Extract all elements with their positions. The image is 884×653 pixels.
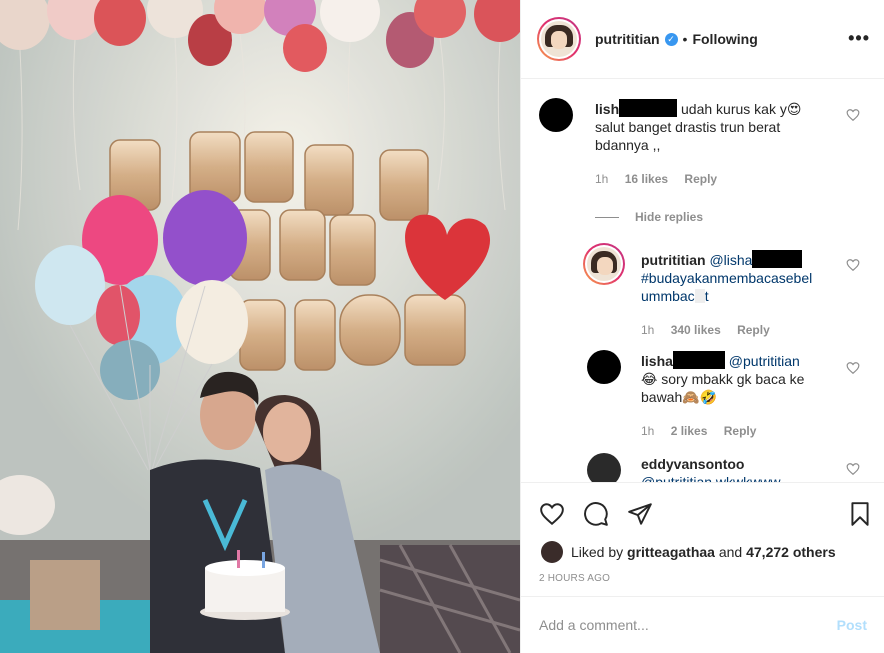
save-bookmark-icon[interactable] xyxy=(847,501,873,527)
reply-text: @putrititian wkwkwww xyxy=(641,474,781,482)
like-heart-icon[interactable] xyxy=(539,501,565,527)
hashtag-link-end[interactable]: t xyxy=(705,288,709,304)
replier-avatar[interactable] xyxy=(587,453,621,482)
comment-body: lish udah kurus kak y😍 salut banget dras… xyxy=(595,99,835,154)
reply-body: eddyvansontoo @putrititian wkwkwww xyxy=(641,455,841,482)
separator-dot: • xyxy=(682,31,688,47)
like-reply-heart-icon[interactable] xyxy=(846,361,860,375)
like-comment-heart-icon[interactable] xyxy=(846,108,860,122)
redaction-box xyxy=(672,351,725,369)
redaction-box xyxy=(619,99,678,117)
following-button[interactable]: Following xyxy=(692,31,757,47)
post-comment-button[interactable]: Post xyxy=(837,617,867,633)
verified-badge-icon: ✓ xyxy=(664,32,678,46)
comment-text: bdannya ,, xyxy=(595,137,661,153)
liker-avatar[interactable] xyxy=(541,541,563,563)
likes-summary: Liked by gritteagathaa and 47,272 others xyxy=(541,541,836,563)
reply-username[interactable]: lisha xyxy=(641,353,673,369)
reply-meta: 1h 2 likes Reply xyxy=(641,424,769,438)
comment-text: udah kurus kak y😍 xyxy=(681,101,802,117)
redaction-box xyxy=(752,250,803,268)
reply-time[interactable]: 1h xyxy=(641,424,654,438)
birthday-scene xyxy=(0,0,520,653)
reply-text: 😂 sory mbakk gk baca ke xyxy=(641,371,805,387)
post-timestamp[interactable]: 2 HOURS AGO xyxy=(539,573,610,584)
comment-item: lish udah kurus kak y😍 salut banget dras… xyxy=(521,80,884,210)
reply-body: putrititian @lisha #budayakanmembacasebe… xyxy=(641,250,841,305)
divider-line xyxy=(595,217,619,219)
username-link[interactable]: putrititian xyxy=(595,31,660,47)
reply-button[interactable]: Reply xyxy=(684,172,717,186)
comment-likes[interactable]: 16 likes xyxy=(625,172,668,186)
hashtag-link[interactable]: #budayakanmembacasebel xyxy=(641,270,812,286)
reply-likes[interactable]: 2 likes xyxy=(671,424,708,438)
replier-avatar[interactable] xyxy=(587,350,621,384)
add-comment-bar: Add a comment... Post xyxy=(521,596,884,653)
comment-input[interactable]: Add a comment... xyxy=(539,617,837,633)
hashtag-link-cont[interactable]: ummbac xyxy=(641,288,695,304)
post-sidebar: putrititian ✓ • Following ••• lish udah … xyxy=(520,0,884,653)
liked-by-prefix: Liked by xyxy=(571,544,624,560)
avatar[interactable] xyxy=(537,17,581,61)
comment-bubble-icon[interactable] xyxy=(583,501,609,527)
redaction-box xyxy=(694,289,705,303)
comment-meta: 1h 16 likes Reply xyxy=(595,172,730,186)
more-options-icon[interactable]: ••• xyxy=(848,28,870,49)
comments-list[interactable]: lish udah kurus kak y😍 salut banget dras… xyxy=(521,80,884,482)
comment-text: salut banget drastis trun berat xyxy=(595,119,781,135)
replier-avatar[interactable] xyxy=(583,243,625,285)
mention-link[interactable]: @putrititian xyxy=(729,353,800,369)
likes-count-link[interactable]: 47,272 others xyxy=(746,544,836,560)
reply-item: lisha @putrititian 😂 sory mbakk gk baca … xyxy=(521,345,884,445)
reply-button[interactable]: Reply xyxy=(737,323,770,337)
reply-body: lisha @putrititian 😂 sory mbakk gk baca … xyxy=(641,351,841,406)
comment-time[interactable]: 1h xyxy=(595,172,608,186)
comment-username[interactable]: lish xyxy=(595,101,619,117)
reply-item: putrititian @lisha #budayakanmembacasebe… xyxy=(521,240,884,340)
reply-username[interactable]: eddyvansontoo xyxy=(641,456,744,472)
reply-button[interactable]: Reply xyxy=(724,424,757,438)
liked-by-and: and xyxy=(718,544,743,560)
post-header: putrititian ✓ • Following ••• xyxy=(521,0,884,79)
post-photo[interactable] xyxy=(0,0,520,653)
like-reply-heart-icon[interactable] xyxy=(846,462,860,476)
share-send-icon[interactable] xyxy=(627,501,653,527)
reply-time[interactable]: 1h xyxy=(641,323,654,337)
commenter-avatar[interactable] xyxy=(539,98,573,132)
liker-username[interactable]: gritteagathaa xyxy=(627,544,715,560)
reply-likes[interactable]: 340 likes xyxy=(671,323,721,337)
hide-replies-button[interactable]: Hide replies xyxy=(595,210,703,224)
mention-link[interactable]: @lisha xyxy=(709,252,752,268)
reply-meta: 1h 340 likes Reply xyxy=(641,323,783,337)
hide-replies-label: Hide replies xyxy=(635,210,704,224)
reply-username[interactable]: putrititian xyxy=(641,252,706,268)
post-actions: Liked by gritteagathaa and 47,272 others… xyxy=(521,482,884,596)
like-reply-heart-icon[interactable] xyxy=(846,258,860,272)
reply-item: eddyvansontoo @putrititian wkwkwww xyxy=(521,448,884,482)
reply-text: bawah🙈🤣 xyxy=(641,389,718,405)
